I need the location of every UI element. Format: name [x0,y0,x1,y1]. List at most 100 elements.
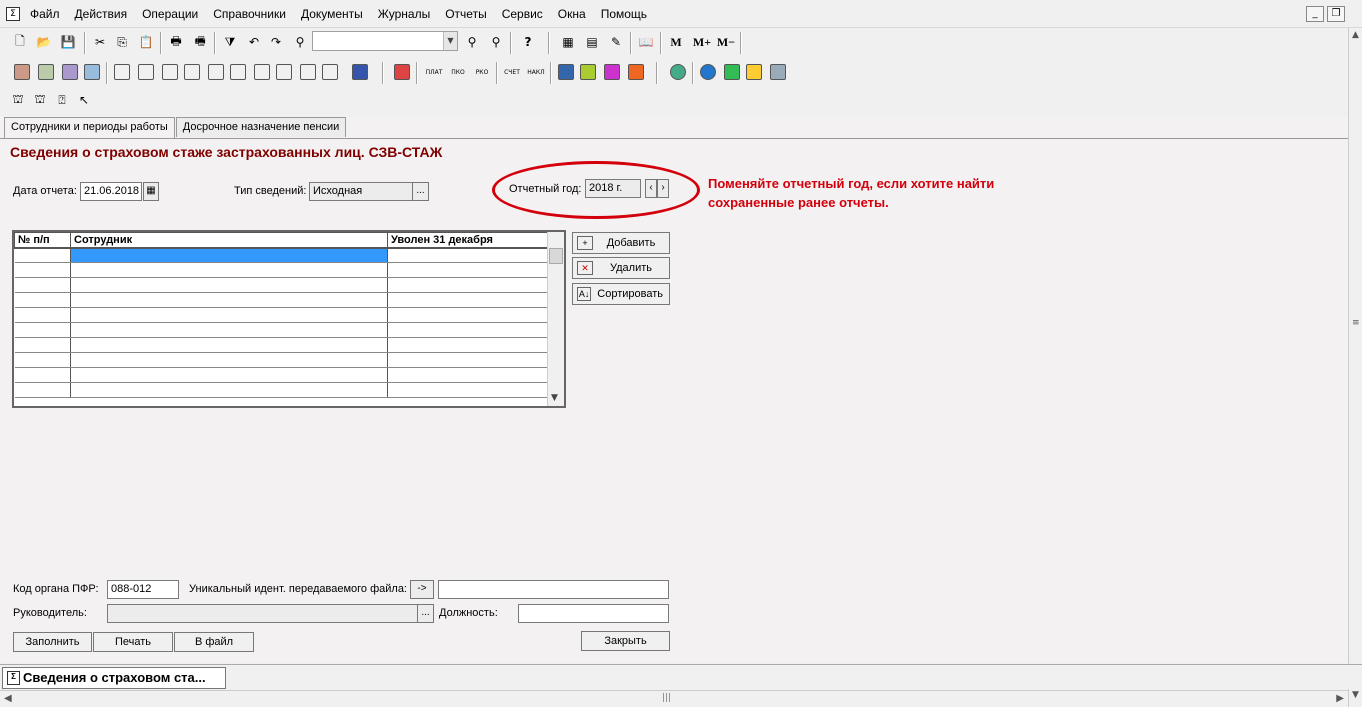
edit-note-icon[interactable]: ✎ [606,32,626,52]
restore-button[interactable]: ❐ [1327,6,1345,22]
table-row[interactable] [14,307,549,323]
scroll-left-icon[interactable]: ◀ [4,693,12,704]
tree-icon-1[interactable]: ⛫ [8,90,28,110]
memory-minus-button[interactable]: M− [714,32,738,52]
table-icon-9[interactable] [298,62,318,82]
undo-icon[interactable]: ↶ [244,32,264,52]
column-header-employee[interactable]: Сотрудник [70,232,388,249]
module-icon-4[interactable] [82,62,102,82]
rko-icon[interactable]: РКО [472,62,492,82]
main-horizontal-scrollbar[interactable]: ◀ ||| ▶ [0,690,1348,707]
main-vertical-scrollbar[interactable]: ▲ ≡ ▼ [1348,28,1362,707]
scrollbar-thumb[interactable] [549,248,563,264]
close-button[interactable]: Закрыть [581,631,670,651]
module-icon-1[interactable] [12,62,32,82]
manager-ellipsis-button[interactable]: ... [417,604,434,623]
toolbar-search-combo[interactable]: ▼ [312,31,458,51]
print-preview-icon[interactable]: 🖷 [190,32,210,52]
paste-icon[interactable]: 📋 [136,32,156,52]
books-icon[interactable] [392,62,412,82]
tab-early-pension[interactable]: Досрочное назначение пенсии [175,117,347,137]
column-header-number[interactable]: № п/п [14,232,71,249]
fill-button[interactable]: Заполнить [13,632,92,652]
report-date-field[interactable]: 21.06.2018 [80,182,142,201]
manager-field[interactable] [107,604,418,623]
minimize-button[interactable]: _ [1306,6,1324,22]
module-icon-2[interactable] [36,62,56,82]
scroll-down-icon[interactable]: ▼ [551,393,558,403]
column-header-dismissed[interactable]: Уволен 31 декабря [387,232,549,249]
context-help-icon[interactable]: ↖ [74,90,94,110]
menu-references[interactable]: Справочники [213,7,286,21]
memory-button[interactable]: M [666,32,686,52]
add-button[interactable]: + Добавить [572,232,670,254]
internet-icon[interactable] [698,62,718,82]
table-icon-2[interactable] [136,62,156,82]
calendar-picker-icon[interactable]: ▦ [143,182,159,201]
question-icon[interactable]: ⍰ [52,90,72,110]
employees-grid[interactable]: № п/п Сотрудник Уволен 31 декабря ▼ [12,230,566,408]
print-icon[interactable]: 🖶 [166,32,186,52]
palette-icon[interactable] [626,62,646,82]
table-icon-4[interactable] [182,62,202,82]
table-icon-10[interactable] [320,62,340,82]
table-row[interactable] [14,247,549,263]
number-20-icon[interactable] [744,62,764,82]
filter-icon[interactable]: ⧩ [220,32,240,52]
sort-button[interactable]: A↓ Сортировать [572,283,670,305]
cut-icon[interactable]: ✂ [90,32,110,52]
scroll-down-icon[interactable]: ▼ [1352,690,1359,700]
globe-icon[interactable] [668,62,688,82]
save-icon[interactable]: 💾 [58,32,78,52]
find-next-icon[interactable]: ⚲ [462,32,482,52]
table-row[interactable] [14,322,549,338]
menu-windows[interactable]: Окна [558,7,586,21]
table-row[interactable] [14,367,549,383]
calendar-icon[interactable]: ▤ [582,32,602,52]
taskbar-window-item[interactable]: Σ Сведения о страховом ста... [2,667,226,689]
waybill-icon[interactable]: НАКЛ [526,62,546,82]
tree-icon-2[interactable]: ⛫ [30,90,50,110]
scroll-up-icon[interactable]: ▲ [1352,30,1359,40]
to-file-button[interactable]: В файл [174,632,254,652]
module-icon-3[interactable] [60,62,80,82]
binoculars-icon[interactable]: ⚲ [290,32,310,52]
table-icon-6[interactable] [228,62,248,82]
table-icon-3[interactable] [160,62,180,82]
calculator-icon[interactable]: ▦ [558,32,578,52]
plat-icon[interactable]: ПЛАТ [424,62,444,82]
chevron-down-icon[interactable]: ▼ [443,32,457,50]
table-icon-1[interactable] [112,62,132,82]
table-icon-8[interactable] [274,62,294,82]
print-button[interactable]: Печать [93,632,173,652]
book-icon[interactable]: 📖 [636,32,656,52]
memory-plus-button[interactable]: M+ [690,32,714,52]
delete-button[interactable]: ✕ Удалить [572,257,670,279]
info-type-field[interactable]: Исходная [309,182,413,201]
table-icon-7[interactable] [252,62,272,82]
copy-icon[interactable]: ⎘ [112,32,132,52]
file-id-arrow-button[interactable]: -> [410,580,434,599]
table-row[interactable] [14,262,549,278]
menu-help[interactable]: Помощь [601,7,647,21]
find-prev-icon[interactable]: ⚲ [486,32,506,52]
table-icon-5[interactable] [206,62,226,82]
tab-employees[interactable]: Сотрудники и периоды работы [4,117,175,139]
invoice-icon[interactable]: СЧЕТ [502,62,522,82]
money-icon[interactable] [578,62,598,82]
grid-scrollbar[interactable]: ▼ [547,232,564,406]
scroll-right-icon[interactable]: ▶ [1336,693,1344,704]
menu-actions[interactable]: Действия [75,7,128,21]
info-type-ellipsis-button[interactable]: ... [412,182,429,201]
table-row[interactable] [14,352,549,368]
table-row[interactable] [14,382,549,398]
menu-file[interactable]: Файл [30,7,60,21]
help-icon[interactable]: ? [518,32,538,52]
dm-icon[interactable] [602,62,622,82]
table-row[interactable] [14,337,549,353]
position-field[interactable] [518,604,669,623]
pfr-code-field[interactable]: 088-012 [107,580,179,599]
menu-reports[interactable]: Отчеты [445,7,486,21]
redo-icon[interactable]: ↷ [266,32,286,52]
table-row[interactable] [14,292,549,308]
